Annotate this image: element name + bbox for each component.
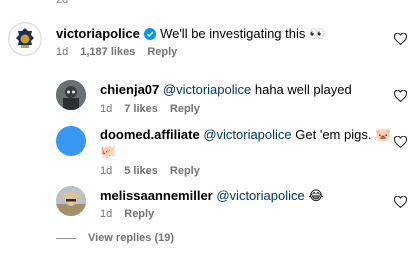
mention-link[interactable]: @victoriapolice [163,82,251,97]
timestamp: 1d [100,165,113,177]
comment-text: haha well played [254,82,352,97]
comment-meta: 1d Reply [100,208,154,220]
mention-link[interactable]: @victoriapolice [203,127,291,142]
likes-count[interactable]: 5 likes [124,165,158,177]
reply-button[interactable]: Reply [147,46,177,58]
mention-link[interactable]: @victoriapolice [216,188,304,203]
heart-icon[interactable] [394,196,407,208]
previous-comment-fragment: 2d [56,0,69,6]
likes-count[interactable]: 1,187 likes [80,46,135,58]
username[interactable]: doomed.affiliate [100,127,200,142]
comment-text-line2: 🐖 [100,144,117,159]
comment-text: Get 'em pigs. 🐷 [295,127,392,142]
timestamp: 1d [100,208,113,220]
likes-count[interactable]: 7 likes [124,103,158,115]
view-replies-button[interactable]: View replies (19) [56,230,174,246]
reply-button[interactable]: Reply [170,103,200,115]
timestamp: 1d [56,46,69,58]
comment-meta: 1d 7 likes Reply [100,103,200,115]
heart-icon[interactable] [394,136,407,148]
photo-avatar[interactable] [56,80,86,110]
username[interactable]: melissaannemiller [100,188,213,203]
police-badge-avatar[interactable] [8,22,42,56]
view-replies-label[interactable]: View replies (19) [88,232,174,244]
timestamp: 1d [100,103,113,115]
username[interactable]: victoriapolice [56,26,140,41]
comment-meta: 1d 1,187 likes Reply [56,46,177,58]
comment-text: 😂 [308,188,324,203]
comment-line: chienja07 @victoriapolice haha well play… [100,82,352,98]
comment-line: victoriapolice We'll be investigating th… [56,26,325,44]
heart-icon[interactable] [394,33,407,45]
blue-circle-avatar[interactable] [56,126,86,156]
reply-button[interactable]: Reply [124,208,154,220]
photo-avatar[interactable] [56,186,86,216]
verified-badge-icon [144,28,157,44]
comment-line: doomed.affiliate @victoriapolice Get 'em… [100,127,391,143]
heart-icon[interactable] [394,90,407,102]
comment-meta: 1d 5 likes Reply [100,165,200,177]
reply-button[interactable]: Reply [170,165,200,177]
view-replies-divider [56,237,76,239]
comment-text: We'll be investigating this 👀 [160,26,326,41]
comment-line: melissaannemiller @victoriapolice 😂 [100,188,324,204]
username[interactable]: chienja07 [100,82,159,97]
